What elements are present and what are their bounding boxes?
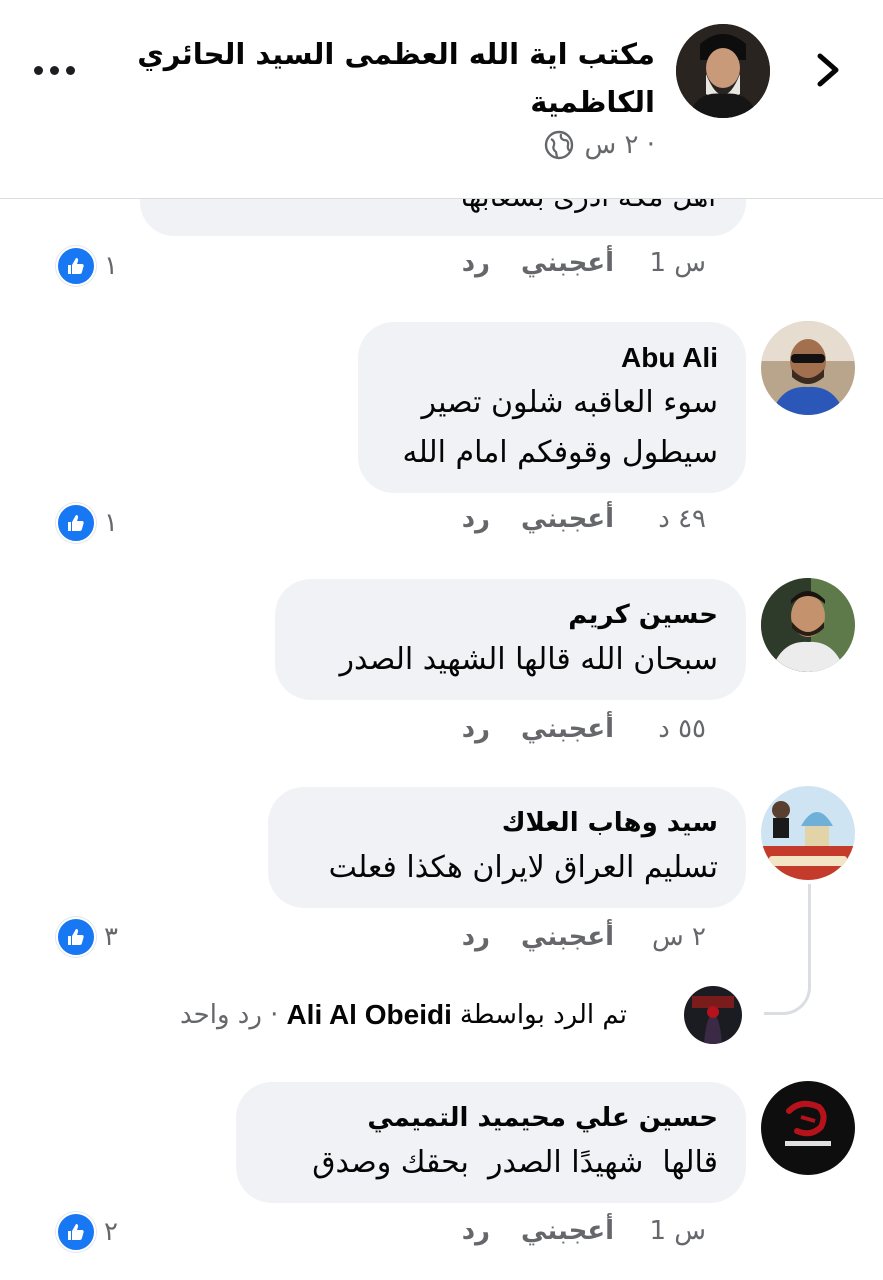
avatar[interactable] — [761, 578, 855, 672]
comment-actions: ٥٥ د أعجبني رد — [440, 714, 740, 754]
reaction-count: ٣ — [104, 922, 118, 952]
comment-actions: 1 س أعجبني رد — [440, 1216, 740, 1256]
replies-prefix: تم الرد بواسطة — [459, 1000, 627, 1030]
page-avatar[interactable] — [676, 24, 770, 118]
comment-text-line: سوء العاقبه شلون تصير — [421, 385, 718, 420]
reaction-summary[interactable]: ١ — [56, 246, 118, 286]
like-reaction-icon — [56, 1212, 96, 1252]
reply-button[interactable]: رد — [462, 504, 490, 534]
comment-time: ٢ س — [652, 922, 706, 952]
comment-bubble[interactable]: سيد وهاب العلاك تسليم العراق لايران هكذا… — [268, 787, 746, 908]
avatar[interactable] — [761, 1081, 855, 1175]
reaction-count: ٢ — [104, 1217, 118, 1247]
post-meta: ٢ س · — [544, 130, 655, 160]
page-title-line2[interactable]: الكاظمية — [115, 78, 655, 126]
commenter-name[interactable]: حسين علي محيميد التميمي — [264, 1098, 718, 1138]
comment-bubble[interactable]: حسين علي محيميد التميمي قالها شهيدًا الص… — [236, 1082, 746, 1203]
like-button[interactable]: أعجبني — [521, 248, 614, 278]
globe-icon — [545, 130, 574, 160]
comment-bubble[interactable]: Abu Ali سوء العاقبه شلون تصير سيطول وقوف… — [358, 322, 746, 493]
like-button[interactable]: أعجبني — [521, 922, 614, 952]
thread-connector — [764, 884, 811, 1015]
reaction-count: ١ — [104, 251, 118, 281]
reaction-summary[interactable]: ١ — [56, 503, 118, 543]
comment-text-line: سبحان الله قالها الشهيد الصدر — [339, 642, 718, 677]
reaction-count: ١ — [104, 508, 118, 538]
chevron-right-icon[interactable] — [810, 50, 846, 90]
comment-time: ٤٩ د — [658, 504, 706, 534]
comment-actions: 1 س أعجبني رد — [440, 248, 740, 288]
reply-button[interactable]: رد — [462, 1216, 490, 1246]
comment-actions: ٢ س أعجبني رد — [440, 922, 740, 962]
page-title-line1[interactable]: مكتب اية الله العظمى السيد الحائري — [115, 30, 655, 78]
comment-text-line: سيطول وقوفكم امام الله — [402, 435, 718, 470]
replies-count: · رد واحد — [180, 1000, 279, 1030]
comment-text-line: قالها شهيدًا الصدر بحقك وصدق — [312, 1145, 718, 1180]
reaction-summary[interactable]: ٢ — [56, 1212, 118, 1252]
comment-actions: ٤٩ د أعجبني رد — [440, 504, 740, 544]
replies-author: Ali Al Obeidi — [286, 999, 452, 1030]
more-dots-icon[interactable] — [34, 60, 80, 80]
comment-time: 1 س — [649, 248, 706, 278]
reply-avatar[interactable] — [684, 986, 742, 1044]
comment-bubble[interactable]: حسين كريم سبحان الله قالها الشهيد الصدر — [275, 579, 746, 700]
view-replies-link[interactable]: تم الرد بواسطة Ali Al Obeidi · رد واحد — [180, 990, 627, 1040]
comment-text-line: تسليم العراق لايران هكذا فعلت — [328, 850, 718, 885]
commenter-name[interactable]: حسين كريم — [303, 595, 718, 635]
like-reaction-icon — [56, 917, 96, 957]
like-reaction-icon — [56, 503, 96, 543]
avatar[interactable] — [761, 786, 855, 880]
commenter-name[interactable]: Abu Ali — [386, 338, 718, 378]
reply-button[interactable]: رد — [462, 714, 490, 744]
commenter-name[interactable]: سيد وهاب العلاك — [296, 803, 718, 843]
post-header: مكتب اية الله العظمى السيد الحائري الكاظ… — [0, 0, 883, 199]
post-time: ٢ س · — [584, 130, 655, 160]
comment-time: ٥٥ د — [658, 714, 706, 744]
reply-button[interactable]: رد — [462, 922, 490, 952]
reaction-summary[interactable]: ٣ — [56, 917, 118, 957]
like-button[interactable]: أعجبني — [521, 1216, 614, 1246]
like-button[interactable]: أعجبني — [521, 504, 614, 534]
comment-time: 1 س — [649, 1216, 706, 1246]
avatar[interactable] — [761, 321, 855, 415]
like-reaction-icon — [56, 246, 96, 286]
reply-button[interactable]: رد — [462, 248, 490, 278]
page-title[interactable]: مكتب اية الله العظمى السيد الحائري الكاظ… — [115, 30, 655, 126]
like-button[interactable]: أعجبني — [521, 714, 614, 744]
